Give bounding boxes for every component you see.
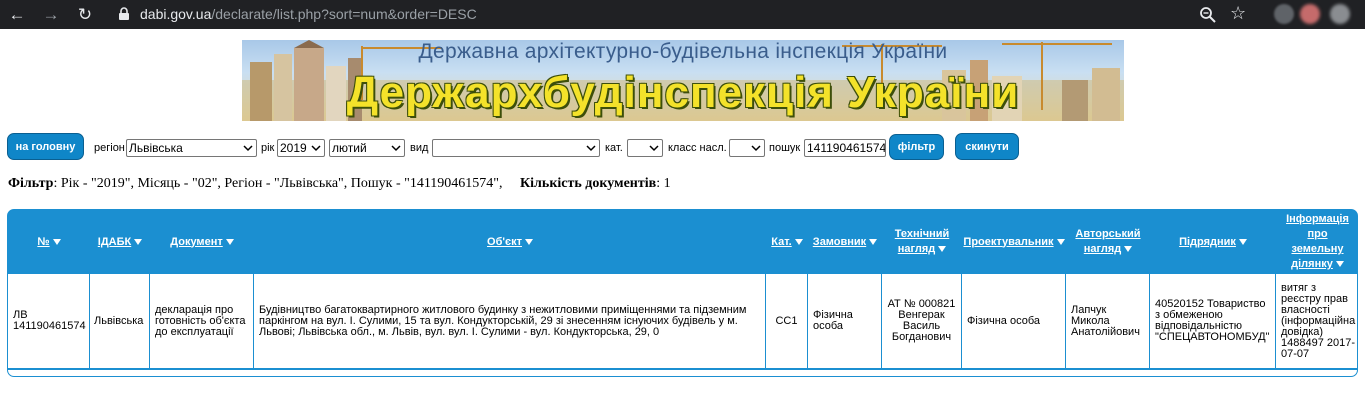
browser-toolbar: ← → ↻ dabi.gov.ua/declarate/list.php?sor…: [0, 0, 1365, 29]
extension-icon[interactable]: [1330, 4, 1350, 24]
settlement-class-select[interactable]: [729, 139, 765, 157]
column-header-author-supervision[interactable]: Авторський нагляд: [1066, 210, 1150, 274]
cell-object: Будівництво багатоквартирного житлового …: [254, 274, 766, 368]
chevron-down-icon: [311, 145, 321, 152]
column-header-category[interactable]: Кат.: [766, 210, 808, 274]
sort-arrow-icon: [1238, 239, 1247, 245]
column-header-contractor[interactable]: Підрядник: [1150, 210, 1276, 274]
settlement-class-label: класс насл.: [668, 142, 727, 154]
table-footer: [8, 368, 1357, 376]
address-bar[interactable]: dabi.gov.ua/declarate/list.php?sort=num&…: [140, 6, 477, 22]
banner-subtitle: Державна архітектурно-будівельна інспекц…: [418, 40, 948, 63]
column-header-number[interactable]: №: [8, 210, 90, 274]
chevron-down-icon: [649, 145, 659, 152]
profile-avatar[interactable]: [1300, 4, 1320, 24]
sort-arrow-icon: [524, 239, 533, 245]
category-select[interactable]: [627, 139, 663, 157]
table-header: № ІДАБК Документ Об'єкт Кат. Замовник Те…: [8, 210, 1357, 274]
reload-icon[interactable]: ↻: [74, 3, 96, 25]
chevron-down-icon: [751, 145, 761, 152]
region-label: регіон: [94, 142, 125, 154]
filter-button[interactable]: фільтр: [889, 134, 944, 160]
column-header-land-info[interactable]: Інформація про земельну ділянку: [1276, 210, 1357, 274]
column-header-idabk[interactable]: ІДАБК: [90, 210, 150, 274]
filter-summary: Фільтр: Рік - "2019", Місяць - "02", Рег…: [8, 176, 671, 192]
reset-button[interactable]: скинути: [955, 133, 1019, 160]
url-path: /declarate/list.php?sort=num&order=DESC: [211, 6, 477, 22]
column-header-customer[interactable]: Замовник: [808, 210, 882, 274]
cell-customer: Фізична особа: [808, 274, 882, 368]
search-label: пошук: [769, 142, 801, 154]
home-button[interactable]: на головну: [7, 133, 84, 160]
cell-document: декларація про готовність об'єкта до екс…: [150, 274, 254, 368]
region-select-value: Львівська: [129, 141, 183, 155]
month-select-value: лютий: [332, 141, 367, 155]
filter-summary-label: Фільтр: [8, 176, 54, 191]
cell-contractor: 40520152 Товариство з обмеженою відповід…: [1150, 274, 1276, 368]
year-select[interactable]: 2019: [277, 139, 325, 157]
column-header-technical-supervision[interactable]: Технічний нагляд: [882, 210, 962, 274]
cell-idabk: Львівська: [90, 274, 150, 368]
cell-category: СС1: [766, 274, 808, 368]
column-header-designer[interactable]: Проектувальник: [962, 210, 1066, 274]
cell-technical-supervision: АТ № 000821 Венгерак Василь Богданович: [882, 274, 962, 368]
type-select[interactable]: [432, 139, 600, 157]
sort-arrow-icon: [1124, 246, 1133, 253]
forward-arrow-icon[interactable]: →: [40, 3, 62, 25]
site-banner: Державна архітектурно-будівельна інспекц…: [242, 40, 1124, 121]
back-arrow-icon[interactable]: ←: [6, 3, 28, 25]
chevron-down-icon: [586, 145, 596, 152]
cell-number: ЛВ 141190461574: [8, 274, 90, 368]
region-select[interactable]: Львівська: [126, 139, 257, 157]
sort-arrow-icon: [938, 246, 947, 253]
document-count-value: : 1: [656, 176, 671, 191]
extension-icon[interactable]: [1274, 4, 1294, 24]
sort-arrow-icon: [869, 239, 878, 245]
month-select[interactable]: лютий: [329, 139, 405, 157]
results-table: № ІДАБК Документ Об'єкт Кат. Замовник Те…: [7, 209, 1358, 377]
cell-land-info: витяг з реєстру прав власності (інформац…: [1281, 281, 1356, 360]
type-label: вид: [410, 142, 429, 154]
chevron-down-icon: [391, 145, 401, 152]
lock-icon[interactable]: [117, 7, 131, 21]
document-count-label: Кількість документів: [520, 176, 657, 191]
bookmark-star-icon[interactable]: ☆: [1230, 3, 1246, 24]
year-label: рік: [261, 142, 275, 154]
table-row: ЛВ 141190461574 Львівська декларація про…: [8, 274, 1357, 368]
cell-designer: Фізична особа: [962, 274, 1066, 368]
sort-arrow-icon: [1335, 261, 1344, 268]
sort-arrow-icon: [52, 239, 61, 245]
chevron-down-icon: [243, 145, 253, 152]
year-select-value: 2019: [280, 141, 307, 155]
zoom-icon[interactable]: [1198, 5, 1218, 25]
url-host: dabi.gov.ua: [140, 6, 212, 22]
sort-arrow-icon: [794, 239, 803, 245]
search-input[interactable]: 141190461574: [804, 139, 886, 157]
sort-arrow-icon: [1056, 239, 1065, 245]
filter-summary-text: : Рік - "2019", Місяць - "02", Регіон - …: [53, 176, 503, 191]
sort-arrow-icon: [225, 239, 234, 245]
cell-author-supervision: Лапчук Микола Анатолійович: [1066, 274, 1150, 368]
column-header-document[interactable]: Документ: [150, 210, 254, 274]
column-header-object[interactable]: Об'єкт: [254, 210, 766, 274]
banner-title: Держархбудінспекція України: [346, 68, 1020, 117]
category-label: кат.: [605, 142, 623, 154]
sort-arrow-icon: [134, 239, 143, 245]
